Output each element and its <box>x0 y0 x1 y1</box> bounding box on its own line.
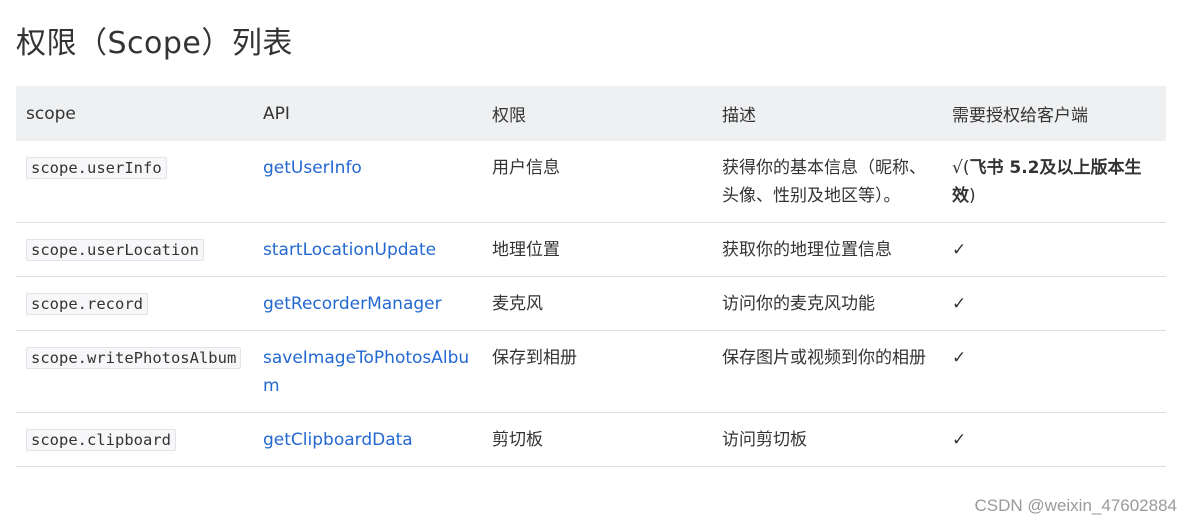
api-link[interactable]: startLocationUpdate <box>263 240 436 260</box>
description-cell: 获取你的地理位置信息 <box>712 222 942 277</box>
scope-code: scope.clipboard <box>26 429 176 451</box>
table-row: scope.clipboard getClipboardData 剪切板 访问剪… <box>16 412 1166 467</box>
api-cell: saveImageToPhotosAlbum <box>253 330 482 413</box>
api-link[interactable]: getRecorderManager <box>263 294 442 314</box>
api-cell: getClipboardData <box>253 412 482 467</box>
scope-cell: scope.writePhotosAlbum <box>16 330 253 413</box>
header-client-auth: 需要授权给客户端 <box>952 106 1088 126</box>
api-link[interactable]: getUserInfo <box>263 158 362 178</box>
api-link[interactable]: getClipboardData <box>263 430 413 450</box>
scope-code: scope.userInfo <box>26 157 167 179</box>
scope-code: scope.userLocation <box>26 239 204 261</box>
description-cell: 获得你的基本信息（昵称、头像、性别及地区等）。 <box>712 141 942 223</box>
scope-table: scope API 权限 描述 需要授权给客户端 scope.userInfo … <box>16 86 1166 467</box>
scope-code: scope.writePhotosAlbum <box>26 347 242 369</box>
client-auth-suffix: ) <box>969 186 976 206</box>
page-title: 权限（Scope）列表 <box>16 26 293 61</box>
header-api: API <box>263 103 290 124</box>
client-auth-cell: √(飞书 5.2及以上版本生效) <box>942 141 1166 223</box>
table-row: scope.userInfo getUserInfo 用户信息 获得你的基本信息… <box>16 141 1166 223</box>
client-auth-prefix: √( <box>952 158 970 178</box>
description-cell: 保存图片或视频到你的相册 <box>712 330 942 413</box>
api-cell: startLocationUpdate <box>253 222 482 277</box>
header-permission: 权限 <box>492 106 526 126</box>
watermark: CSDN @weixin_47602884 <box>974 496 1177 515</box>
permission-cell: 用户信息 <box>482 141 712 223</box>
client-auth-check-icon: ✓ <box>942 222 1166 277</box>
scope-code: scope.record <box>26 293 148 315</box>
permission-cell: 地理位置 <box>482 222 712 277</box>
permission-cell: 剪切板 <box>482 412 712 467</box>
header-description: 描述 <box>722 106 756 126</box>
permission-cell: 保存到相册 <box>482 330 712 413</box>
api-link[interactable]: saveImageToPhotosAlbum <box>263 348 469 396</box>
description-cell: 访问剪切板 <box>712 412 942 467</box>
permission-cell: 麦克风 <box>482 276 712 331</box>
scope-cell: scope.userInfo <box>16 141 253 223</box>
description-cell: 访问你的麦克风功能 <box>712 276 942 331</box>
scope-cell: scope.userLocation <box>16 222 253 277</box>
api-cell: getUserInfo <box>253 141 482 223</box>
client-auth-check-icon: ✓ <box>942 276 1166 331</box>
table-header-row: scope API 权限 描述 需要授权给客户端 <box>16 86 1166 141</box>
client-auth-check-icon: ✓ <box>942 412 1166 467</box>
table-row: scope.record getRecorderManager 麦克风 访问你的… <box>16 276 1166 331</box>
table-row: scope.userLocation startLocationUpdate 地… <box>16 222 1166 277</box>
client-auth-check-icon: ✓ <box>942 330 1166 413</box>
api-cell: getRecorderManager <box>253 276 482 331</box>
scope-cell: scope.record <box>16 276 253 331</box>
client-auth-note: 飞书 5.2及以上版本生效 <box>952 158 1142 206</box>
scope-cell: scope.clipboard <box>16 412 253 467</box>
header-scope: scope <box>26 103 76 124</box>
table-row: scope.writePhotosAlbum saveImageToPhotos… <box>16 330 1166 413</box>
